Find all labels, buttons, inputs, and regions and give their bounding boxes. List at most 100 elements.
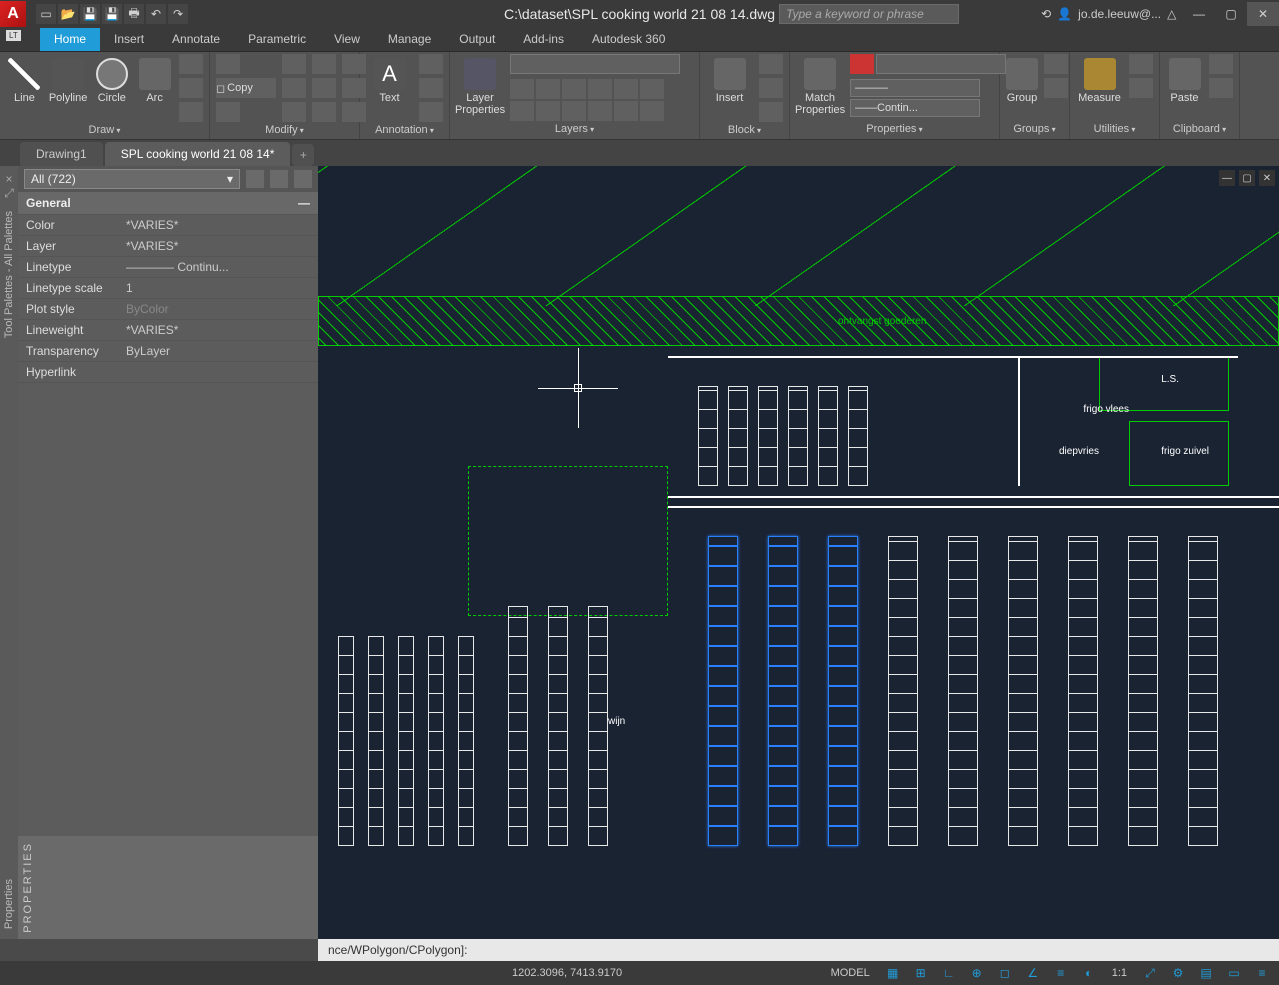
measure-button[interactable]: Measure — [1076, 54, 1123, 104]
block-s1[interactable] — [759, 54, 783, 74]
osnap-icon[interactable]: ◻ — [996, 964, 1014, 982]
pickadd-icon[interactable] — [270, 170, 288, 188]
tab-parametric[interactable]: Parametric — [234, 28, 320, 51]
collapse-icon[interactable]: — — [298, 196, 310, 210]
layer-s3[interactable] — [562, 79, 586, 99]
general-section-header[interactable]: General— — [18, 192, 318, 215]
viewport-minimize-icon[interactable]: — — [1219, 170, 1235, 186]
line-button[interactable]: Line — [6, 54, 43, 104]
layer-s5[interactable] — [614, 79, 638, 99]
paste-button[interactable]: Paste — [1166, 54, 1203, 104]
rotate-icon[interactable] — [282, 54, 306, 74]
search-input[interactable]: Type a keyword or phrase — [779, 4, 959, 24]
command-line[interactable]: nce/WPolygon/CPolygon]: — [318, 939, 1279, 961]
tab-home[interactable]: Home — [40, 28, 100, 51]
selection-selector[interactable]: All (722) ▾ — [24, 169, 240, 189]
selectobj-icon[interactable] — [294, 170, 312, 188]
qat-plot-icon[interactable]: 🖶 — [124, 4, 144, 24]
fillet-icon[interactable] — [312, 78, 336, 98]
app-logo[interactable]: A — [0, 1, 26, 27]
maximize-button[interactable]: ▢ — [1215, 2, 1247, 26]
tab-autodesk360[interactable]: Autodesk 360 — [578, 28, 679, 51]
layer-s8[interactable] — [536, 101, 560, 121]
mirror-icon[interactable] — [282, 78, 306, 98]
panel-block-title[interactable]: Block — [706, 122, 783, 138]
linetype-selector[interactable]: —— Contin... — [850, 99, 980, 117]
panel-utilities-title[interactable]: Utilities — [1076, 121, 1153, 137]
layer-s2[interactable] — [536, 79, 560, 99]
rail-close-icon[interactable]: × — [5, 172, 12, 186]
polyline-button[interactable]: Polyline — [49, 54, 88, 104]
doc-add-button[interactable]: + — [292, 144, 314, 166]
layerprops-button[interactable]: Layer Properties — [456, 54, 504, 116]
prop-row-plotstyle[interactable]: Plot styleByColor — [18, 299, 318, 320]
otrack-icon[interactable]: ∠ — [1024, 964, 1042, 982]
matchprops-button[interactable]: Match Properties — [796, 54, 844, 116]
color-selector[interactable] — [876, 54, 1006, 74]
tab-output[interactable]: Output — [445, 28, 509, 51]
quickselect-icon[interactable] — [246, 170, 264, 188]
text-button[interactable]: AText — [366, 54, 413, 104]
layer-s1[interactable] — [510, 79, 534, 99]
prop-row-layer[interactable]: Layer*VARIES* — [18, 236, 318, 257]
lineweight-selector[interactable]: ——— — [850, 79, 980, 97]
customize-icon[interactable]: ≡ — [1253, 964, 1271, 982]
arc-button[interactable]: Arc — [136, 54, 173, 104]
hardware-icon[interactable]: ▤ — [1197, 964, 1215, 982]
color-swatch[interactable] — [850, 54, 874, 74]
doc-tab-drawing1[interactable]: Drawing1 — [20, 142, 103, 166]
layer-s9[interactable] — [562, 101, 586, 121]
layer-selector[interactable] — [510, 54, 680, 74]
space-indicator[interactable]: MODEL — [827, 967, 874, 979]
util-s2[interactable] — [1129, 78, 1153, 98]
lineweight-icon[interactable]: ≡ — [1052, 964, 1070, 982]
panel-groups-title[interactable]: Groups — [1006, 121, 1063, 137]
qat-undo-icon[interactable]: ↶ — [146, 4, 166, 24]
rail-pin-icon[interactable]: ⤢ — [4, 186, 14, 201]
snap-icon[interactable]: ⊞ — [912, 964, 930, 982]
stretch-icon[interactable] — [216, 102, 240, 122]
move-icon[interactable] — [216, 54, 240, 74]
util-s1[interactable] — [1129, 54, 1153, 74]
panel-properties-title[interactable]: Properties — [796, 121, 993, 137]
layer-s6[interactable] — [640, 79, 664, 99]
scale-icon[interactable] — [282, 102, 306, 122]
group-button[interactable]: Group — [1006, 54, 1038, 104]
trim-icon[interactable] — [312, 54, 336, 74]
prop-row-linetype[interactable]: Linetype———— Continu... — [18, 257, 318, 278]
panel-modify-title[interactable]: Modify — [216, 122, 353, 138]
qat-save-icon[interactable]: 💾 — [80, 4, 100, 24]
viewport-close-icon[interactable]: ✕ — [1259, 170, 1275, 186]
layer-s11[interactable] — [614, 101, 638, 121]
qat-redo-icon[interactable]: ↷ — [168, 4, 188, 24]
tab-addins[interactable]: Add-ins — [509, 28, 578, 51]
layer-s12[interactable] — [640, 101, 664, 121]
copy-button[interactable]: ◻ Copy — [216, 78, 276, 98]
tab-insert[interactable]: Insert — [100, 28, 158, 51]
layer-s4[interactable] — [588, 79, 612, 99]
qat-saveas-icon[interactable]: 💾 — [102, 4, 122, 24]
viewport-maximize-icon[interactable]: ▢ — [1239, 170, 1255, 186]
insert-button[interactable]: Insert — [706, 54, 753, 104]
polar-icon[interactable]: ⊕ — [968, 964, 986, 982]
user-icon[interactable]: 👤 — [1057, 7, 1072, 21]
minimize-button[interactable]: — — [1183, 2, 1215, 26]
workspace-icon[interactable]: ⚙ — [1169, 964, 1187, 982]
layer-s10[interactable] — [588, 101, 612, 121]
copy-clip-icon[interactable] — [1209, 78, 1233, 98]
draw-small-1[interactable] — [179, 54, 203, 74]
panel-draw-title[interactable]: Draw — [6, 122, 203, 138]
panel-annotation-title[interactable]: Annotation — [366, 122, 443, 138]
qat-open-icon[interactable]: 📂 — [58, 4, 78, 24]
properties-rail-label[interactable]: Properties — [3, 879, 15, 929]
grid-icon[interactable]: ▦ — [884, 964, 902, 982]
user-name[interactable]: jo.de.leeuw@... — [1078, 7, 1161, 21]
block-s2[interactable] — [759, 78, 783, 98]
doc-tab-spl[interactable]: SPL cooking world 21 08 14* — [105, 142, 291, 166]
prop-row-transparency[interactable]: TransparencyByLayer — [18, 341, 318, 362]
panel-layers-title[interactable]: Layers — [456, 121, 693, 137]
circle-button[interactable]: Circle — [93, 54, 130, 104]
annoscale-icon[interactable]: ⤢ — [1141, 964, 1159, 982]
tab-view[interactable]: View — [320, 28, 374, 51]
group-s1[interactable] — [1044, 54, 1068, 74]
